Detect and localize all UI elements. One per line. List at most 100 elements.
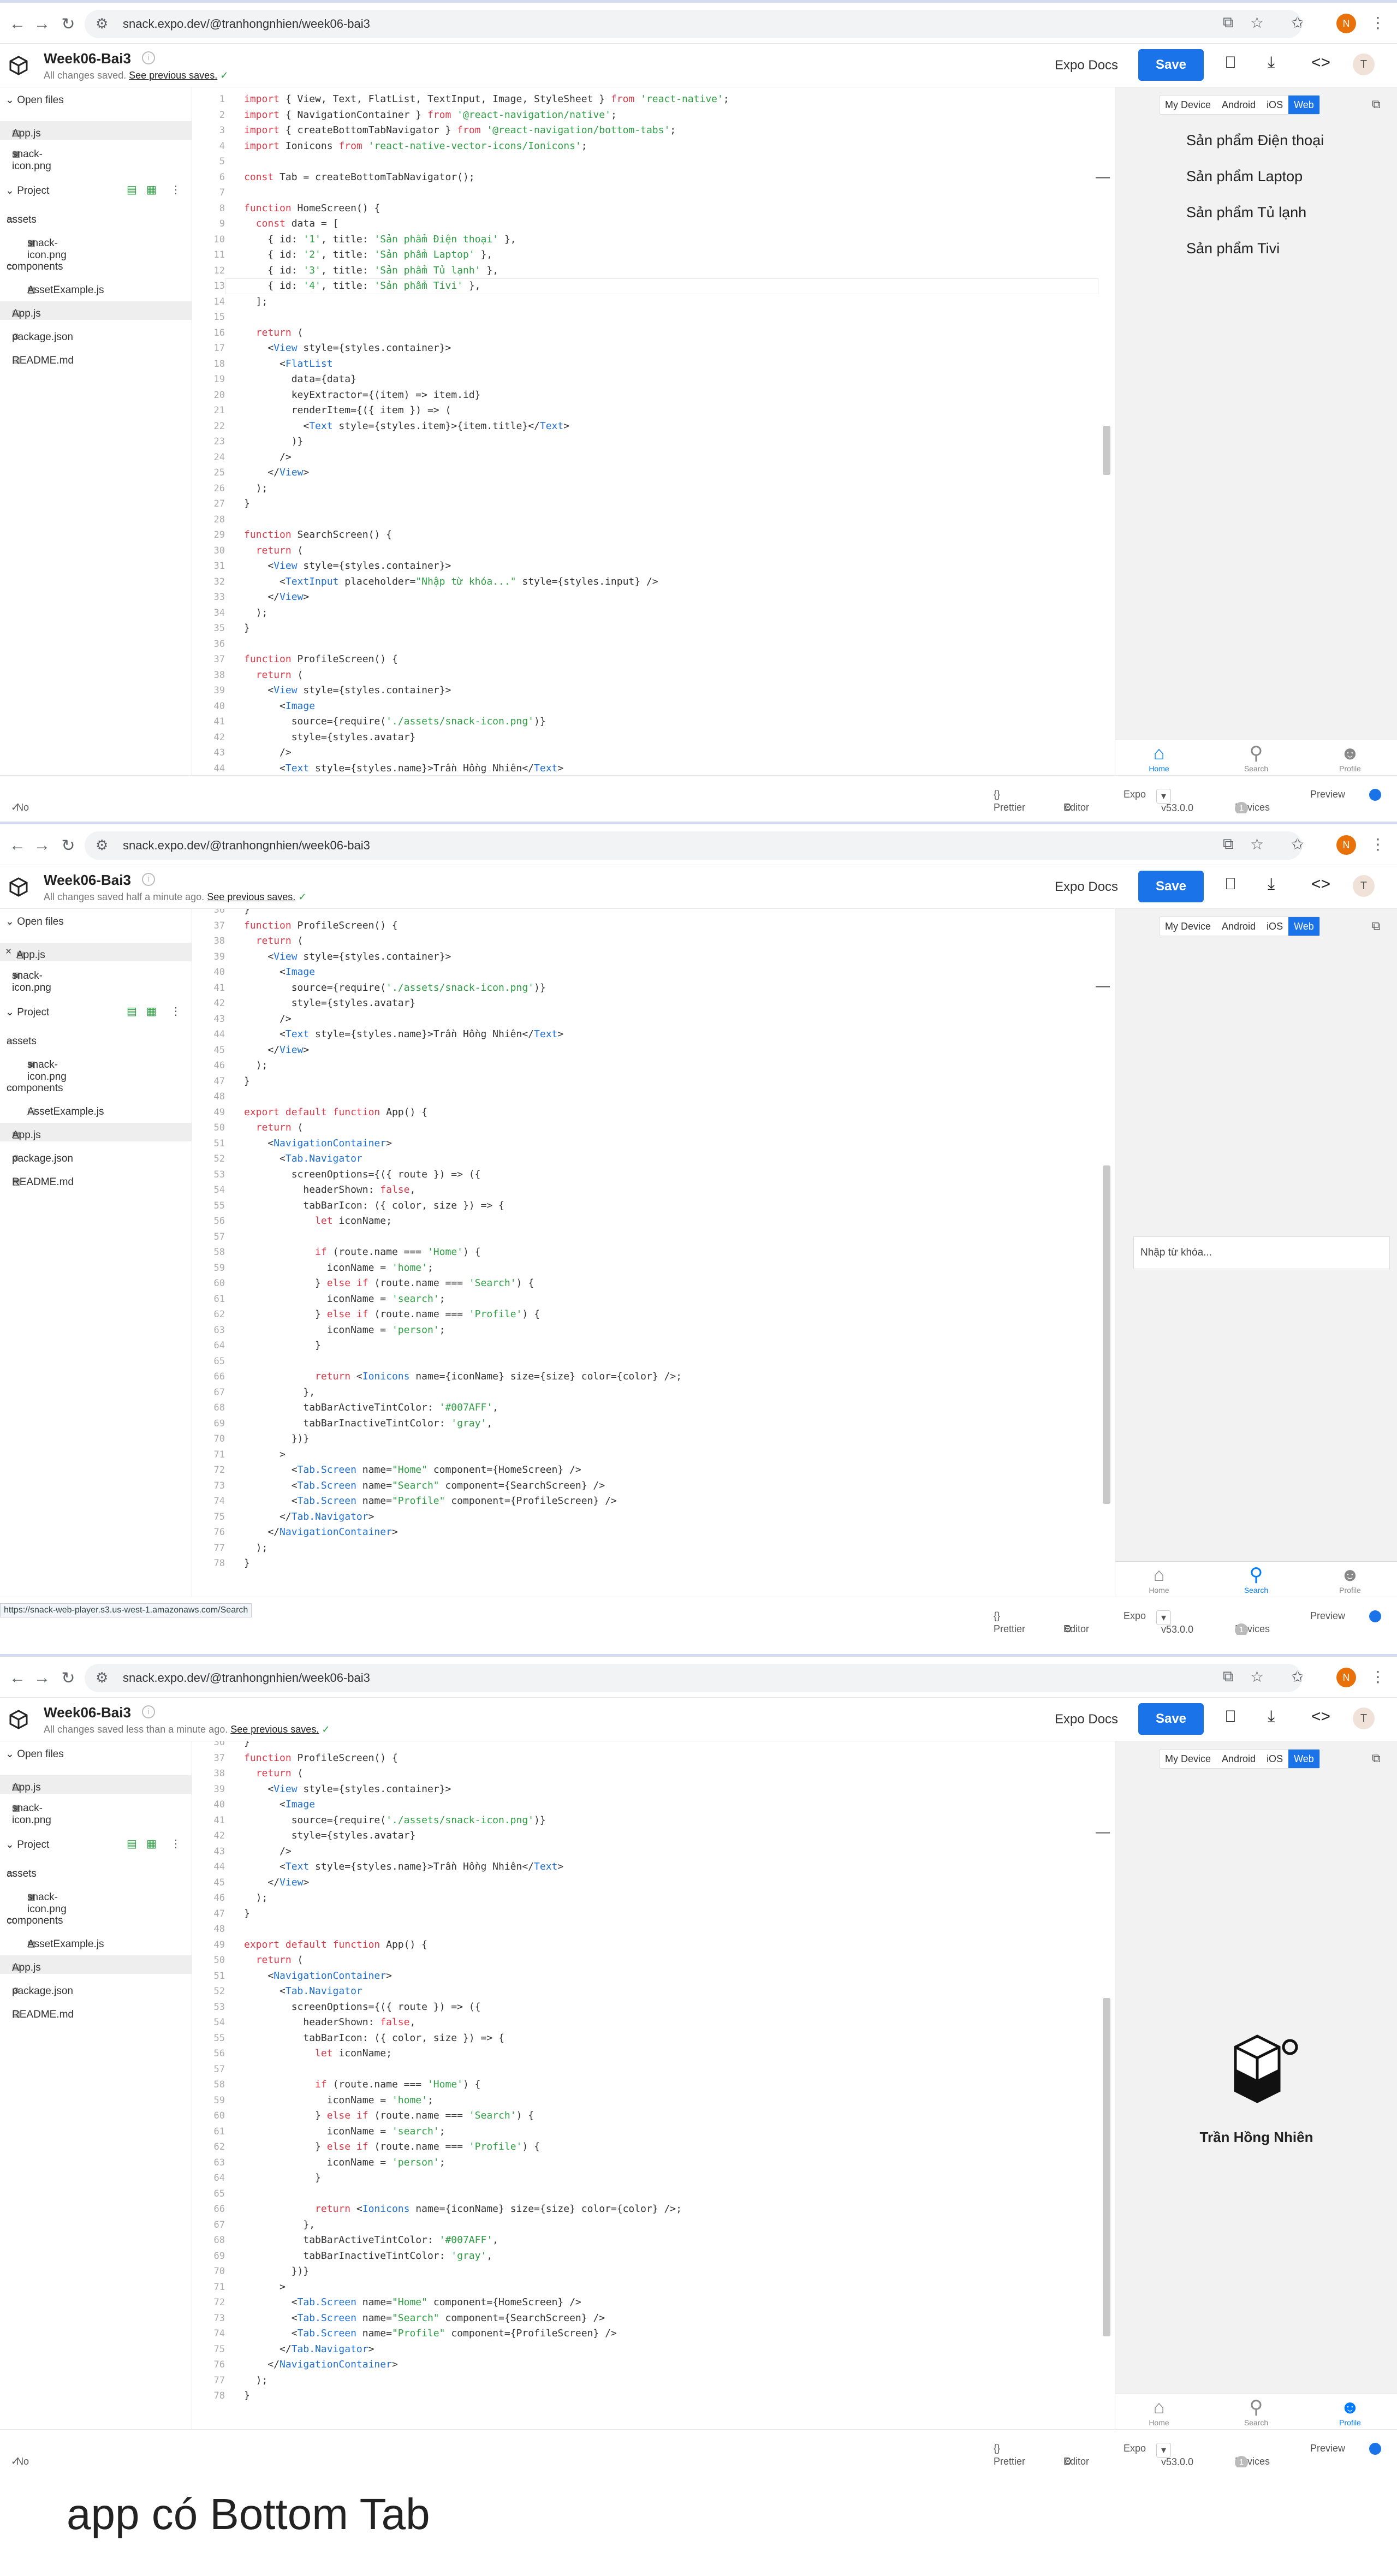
code-line[interactable]: }: [244, 621, 250, 636]
code-line[interactable]: } else if (route.name === 'Search') {: [244, 1276, 534, 1292]
see-previous-saves-link[interactable]: See previous saves.: [207, 891, 295, 902]
code-line[interactable]: keyExtractor={(item) => item.id}: [244, 388, 481, 403]
browser-profile-avatar[interactable]: N: [1336, 14, 1356, 33]
code-line[interactable]: );: [244, 2373, 268, 2389]
code-line[interactable]: function ProfileScreen() {: [244, 652, 398, 668]
tree-components[interactable]: ▭ components: [0, 254, 192, 273]
translate-icon[interactable]: ⧉: [1223, 1668, 1234, 1686]
tree-package-json[interactable]: ⚙ package.json: [0, 1979, 192, 1997]
code-line[interactable]: return <Ionicons name={iconName} size={s…: [244, 2202, 682, 2217]
code-editor[interactable]: 36} 37 function ProfileScreen() {38 return…: [192, 1741, 1115, 2429]
code-line[interactable]: data={data}: [244, 372, 356, 388]
code-line[interactable]: <Text style={styles.name}>Trần Hồng Nhiê…: [244, 761, 563, 776]
code-line[interactable]: }: [244, 2170, 321, 2186]
bookmark-star-icon[interactable]: ☆: [1250, 1668, 1264, 1686]
code-line[interactable]: );: [244, 481, 268, 497]
code-line[interactable]: iconName = 'person';: [244, 2155, 445, 2171]
code-line[interactable]: <Image: [244, 699, 315, 715]
tree-assets[interactable]: ▭ assets: [0, 1861, 192, 1880]
code-line[interactable]: import { createBottomTabNavigator } from…: [244, 123, 676, 139]
code-line[interactable]: iconName = 'search';: [244, 2124, 445, 2140]
code-line[interactable]: <FlatList: [244, 356, 333, 372]
code-line[interactable]: headerShown: false,: [244, 1182, 415, 1198]
open-files-header[interactable]: ⌄ Open files: [5, 915, 64, 928]
sdk-version-select[interactable]: v53.0.0 ▾: [1156, 2443, 1193, 2467]
code-line[interactable]: tabBarActiveTintColor: '#007AFF',: [244, 1400, 498, 1416]
code-line[interactable]: })}: [244, 1431, 310, 1447]
code-line[interactable]: }: [244, 1741, 250, 1751]
project-title[interactable]: Week06-Bai3: [44, 1704, 131, 1721]
prettier-toggle[interactable]: Prettier {}: [994, 789, 1025, 813]
code-line[interactable]: import { NavigationContainer } from '@re…: [244, 108, 617, 123]
tree-snack-icon[interactable]: ▣ snack-icon.png: [0, 1885, 192, 1915]
open-file-app-js[interactable]: ▤ App.js: [0, 1775, 192, 1794]
code-line[interactable]: ];: [244, 294, 268, 310]
address-bar[interactable]: ⚙ snack.expo.dev/@tranhongnhien/week06-b…: [85, 831, 1302, 860]
project-header[interactable]: ⌄ Project: [5, 1006, 49, 1019]
tab-search[interactable]: ⚲ Search: [1234, 1564, 1278, 1595]
open-file-snack-icon[interactable]: ▣ snack-icon.png: [0, 1796, 192, 1826]
code-line[interactable]: iconName = 'person';: [244, 1323, 445, 1338]
embed-code-icon[interactable]: <>: [1311, 875, 1330, 894]
code-line[interactable]: />: [244, 450, 292, 466]
code-line[interactable]: },: [244, 2217, 315, 2233]
collapse-icon[interactable]: —: [1096, 1823, 1110, 1840]
code-line[interactable]: import { View, Text, FlatList, TextInput…: [244, 92, 729, 108]
browser-menu-icon[interactable]: ⋮: [1370, 1668, 1386, 1686]
code-line[interactable]: if (route.name === 'Home') {: [244, 2077, 480, 2093]
code-line[interactable]: >: [244, 2280, 286, 2295]
code-editor[interactable]: 36} 37 function ProfileScreen() {38 return…: [192, 909, 1115, 1597]
code-line[interactable]: tabBarActiveTintColor: '#007AFF',: [244, 2233, 498, 2248]
extensions-icon[interactable]: ✩: [1291, 835, 1304, 853]
forward-icon[interactable]: →: [33, 836, 51, 855]
tree-snack-icon[interactable]: ▣ snack-icon.png: [0, 231, 192, 261]
code-line[interactable]: { id: '3', title: 'Sản phẩm Tủ lạnh' },: [244, 263, 498, 279]
extensions-icon[interactable]: ✩: [1291, 1668, 1304, 1686]
code-line[interactable]: source={require('./assets/snack-icon.png…: [244, 1813, 546, 1829]
code-line[interactable]: }: [244, 1074, 250, 1090]
code-line[interactable]: }: [244, 1906, 250, 1922]
new-folder-icon[interactable]: ▦: [146, 1004, 157, 1018]
code-line[interactable]: <Tab.Screen name="Profile" component={Pr…: [244, 2326, 617, 2342]
code-line[interactable]: const data = [: [244, 216, 339, 232]
tree-readme[interactable]: ▤ README.md: [0, 2002, 192, 2021]
code-line[interactable]: style={styles.avatar}: [244, 996, 416, 1012]
code-line[interactable]: <Text style={styles.item}>{item.title}</…: [244, 419, 569, 435]
open-file-app-js[interactable]: × ▤ App.js: [0, 943, 192, 961]
site-info-icon[interactable]: ⚙: [96, 837, 108, 854]
see-previous-saves-link[interactable]: See previous saves.: [230, 1724, 319, 1735]
code-line[interactable]: <Text style={styles.name}>Trần Hồng Nhiê…: [244, 1859, 563, 1875]
code-line[interactable]: iconName = 'home';: [244, 1260, 433, 1276]
tree-asset-example[interactable]: ▤ AssetExample.js: [0, 1932, 192, 1950]
reload-icon[interactable]: ↻: [59, 836, 78, 855]
code-line[interactable]: } else if (route.name === 'Profile') {: [244, 2139, 540, 2155]
preview-toggle[interactable]: [1369, 1610, 1381, 1622]
code-line[interactable]: />: [244, 1012, 292, 1027]
embed-code-icon[interactable]: <>: [1311, 1708, 1330, 1726]
tab-profile[interactable]: ☻ Profile: [1328, 742, 1372, 773]
code-line[interactable]: function SearchScreen() {: [244, 527, 392, 543]
code-line[interactable]: </Tab.Navigator>: [244, 2342, 374, 2358]
no-errors-status[interactable]: ✓ No errors: [11, 2443, 29, 2467]
browser-menu-icon[interactable]: ⋮: [1370, 835, 1386, 853]
more-icon[interactable]: ⋮: [170, 1837, 181, 1851]
code-line[interactable]: import Ionicons from 'react-native-vecto…: [244, 139, 587, 154]
collapse-icon[interactable]: —: [1096, 977, 1110, 994]
info-icon[interactable]: i: [142, 873, 155, 886]
tab-ios[interactable]: iOS: [1261, 1750, 1288, 1768]
code-line[interactable]: let iconName;: [244, 1213, 392, 1229]
expo-docs-link[interactable]: Expo Docs: [1055, 1712, 1118, 1727]
popout-icon[interactable]: ⧉: [1372, 919, 1381, 933]
code-line[interactable]: return <Ionicons name={iconName} size={s…: [244, 1369, 682, 1385]
download-icon[interactable]: ⤓: [1268, 1708, 1275, 1726]
preview-toggle[interactable]: [1369, 2443, 1381, 2455]
tab-my-device[interactable]: My Device: [1160, 917, 1216, 936]
code-line[interactable]: );: [244, 1058, 268, 1074]
browser-profile-avatar[interactable]: N: [1336, 1668, 1356, 1687]
code-line[interactable]: />: [244, 745, 292, 761]
tree-components[interactable]: ▭ components: [0, 1908, 192, 1927]
embed-code-icon[interactable]: <>: [1311, 53, 1330, 72]
address-bar[interactable]: ⚙ snack.expo.dev/@tranhongnhien/week06-b…: [85, 10, 1302, 38]
device-icon[interactable]: ⎕: [1226, 875, 1235, 894]
tab-web[interactable]: Web: [1288, 917, 1319, 936]
